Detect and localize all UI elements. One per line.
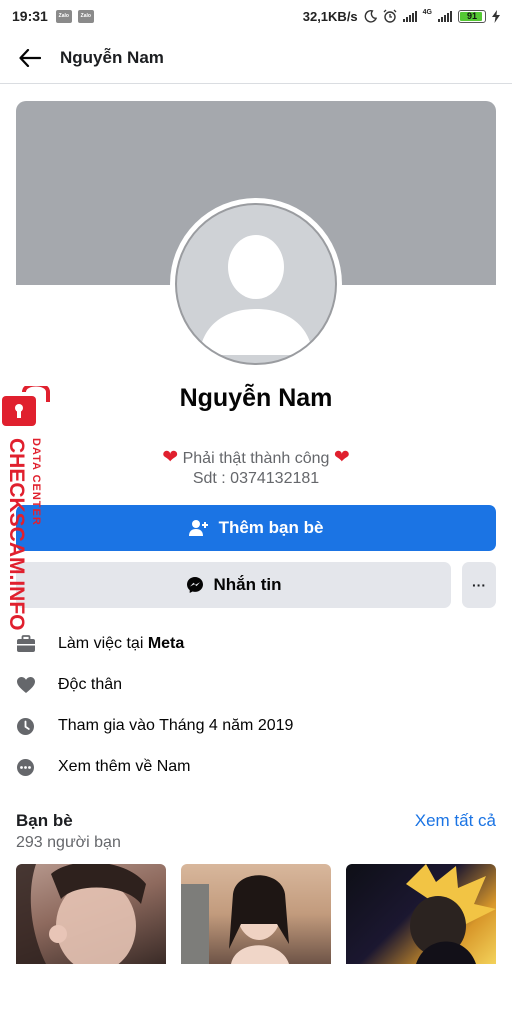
heart-emoji-icon: ❤ [162, 447, 179, 468]
clock-icon [17, 717, 34, 735]
friend-photo[interactable] [16, 864, 166, 964]
network-type: 4G [422, 8, 432, 16]
more-options-button[interactable]: ··· [462, 562, 496, 608]
status-bar: 19:31 Zalo Zalo 32,1KB/s 4G 91 [0, 0, 512, 32]
status-time: 19:31 [12, 8, 48, 24]
moon-icon [364, 9, 377, 23]
see-all-friends-link[interactable]: Xem tất cả [415, 811, 496, 831]
info-item-see-more[interactable]: Xem thêm về Nam [16, 752, 496, 782]
battery-level: 91 [466, 10, 477, 21]
info-item-joined: Tham gia vào Tháng 4 năm 2019 [16, 711, 496, 741]
alarm-icon [383, 9, 397, 23]
profile-phone: Sdt : 0374132181 [192, 470, 320, 487]
more-circle-icon [17, 758, 34, 776]
signal-icon [402, 10, 417, 22]
default-avatar-icon [175, 203, 337, 365]
checkscam-watermark: CHECKSCAM.INFO DATA CENTER [0, 382, 56, 636]
friends-count: 293 người bạn [16, 834, 121, 851]
friend-photo[interactable] [346, 864, 496, 964]
zalo-notification-icon: Zalo [77, 9, 94, 23]
messenger-icon [186, 577, 203, 593]
back-button[interactable] [0, 32, 60, 84]
zalo-notification-icon: Zalo [55, 9, 72, 23]
watermark-tagline: DATA CENTER [30, 438, 42, 526]
heart-emoji-icon: ❤ [333, 447, 350, 468]
heart-icon [17, 677, 35, 693]
top-app-bar: Nguyễn Nam [0, 32, 512, 84]
bio-text: Phải thật thành công [182, 450, 330, 467]
network-speed: 32,1KB/s [302, 8, 358, 24]
friends-section-title: Bạn bè [16, 811, 73, 830]
page-title: Nguyễn Nam [60, 47, 164, 67]
profile-bio: ❤ Phải thật thành công ❤ [0, 446, 512, 469]
charging-icon [492, 9, 500, 23]
info-item-relationship: Độc thân [16, 670, 496, 700]
friend-photo[interactable] [181, 864, 331, 964]
message-button[interactable]: Nhắn tin [16, 562, 451, 608]
joined-text: Tham gia vào Tháng 4 năm 2019 [58, 717, 294, 734]
signal-icon [438, 10, 452, 22]
add-friend-icon [188, 520, 208, 536]
profile-name: Nguyễn Nam [179, 384, 333, 412]
briefcase-icon [17, 635, 35, 652]
see-more-text: Xem thêm về Nam [58, 758, 191, 775]
work-place[interactable]: Meta [148, 635, 184, 652]
add-friend-button[interactable]: Thêm bạn bè [16, 505, 496, 551]
work-text: Làm việc tại Meta [58, 635, 185, 652]
battery-icon: 91 [458, 9, 486, 23]
status-indicators: 32,1KB/s 4G 91 [303, 9, 500, 24]
profile-avatar[interactable] [170, 198, 342, 370]
info-item-work: Làm việc tại Meta [16, 629, 496, 659]
message-label: Nhắn tin [213, 575, 282, 594]
more-horizontal-icon: ··· [472, 577, 486, 593]
add-friend-label: Thêm bạn bè [218, 518, 324, 537]
relationship-text: Độc thân [58, 676, 123, 693]
watermark-brand: CHECKSCAM.INFO [5, 438, 28, 631]
arrow-left-icon [19, 48, 41, 67]
